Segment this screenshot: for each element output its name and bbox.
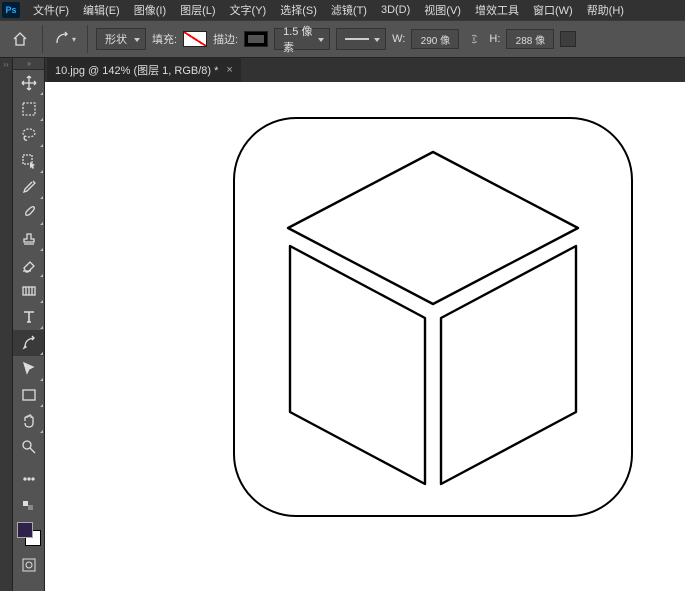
marquee-tool[interactable] [13, 96, 44, 122]
stroke-swatch[interactable] [244, 31, 268, 47]
document-tab[interactable]: 10.jpg @ 142% (图层 1, RGB/8) * × [47, 57, 241, 82]
tool-panel-header[interactable]: ›› [13, 58, 44, 70]
cube-artwork [228, 112, 638, 522]
lasso-tool[interactable] [13, 122, 44, 148]
menu-layer[interactable]: 图层(L) [173, 0, 222, 20]
menu-edit[interactable]: 编辑(E) [76, 0, 127, 20]
brush-tool[interactable] [13, 200, 44, 226]
app-logo: Ps [2, 2, 20, 18]
path-select-tool[interactable] [13, 356, 44, 382]
separator [87, 25, 88, 53]
menu-filter[interactable]: 滤镜(T) [324, 0, 374, 20]
edit-toolbar-button[interactable] [13, 492, 44, 518]
separator [42, 25, 43, 53]
menu-view[interactable]: 视图(V) [417, 0, 468, 20]
current-tool-icon[interactable]: ▾ [51, 27, 79, 51]
hand-tool[interactable] [13, 408, 44, 434]
link-wh-icon[interactable] [465, 30, 483, 48]
tool-panel: ›› [13, 58, 45, 591]
menu-image[interactable]: 图像(I) [127, 0, 173, 20]
gradient-tool[interactable] [13, 278, 44, 304]
menu-help[interactable]: 帮助(H) [580, 0, 631, 20]
left-dock-strip[interactable]: ›› [0, 58, 13, 591]
quick-mask-button[interactable] [13, 552, 44, 578]
height-field[interactable] [506, 29, 554, 49]
rectangle-tool[interactable] [13, 382, 44, 408]
width-label: W: [392, 33, 405, 45]
document-tab-title: 10.jpg @ 142% (图层 1, RGB/8) * [55, 62, 218, 78]
fill-label: 填充: [152, 31, 177, 47]
menu-3d[interactable]: 3D(D) [374, 2, 417, 18]
more-tools[interactable] [13, 466, 44, 492]
width-field[interactable] [411, 29, 459, 49]
stroke-width-select[interactable]: 1.5 像素 [274, 28, 330, 50]
document-tab-bar: 10.jpg @ 142% (图层 1, RGB/8) * × [45, 58, 685, 82]
fill-swatch[interactable] [183, 31, 207, 47]
quick-select-tool[interactable] [13, 148, 44, 174]
menu-window[interactable]: 窗口(W) [526, 0, 580, 20]
options-bar: ▾ 形状 填充: 描边: 1.5 像素 W: H: [0, 20, 685, 58]
type-tool[interactable] [13, 304, 44, 330]
eyedropper-tool[interactable] [13, 174, 44, 200]
stamp-tool[interactable] [13, 226, 44, 252]
stroke-label: 描边: [213, 31, 238, 47]
menu-file[interactable]: 文件(F) [26, 0, 76, 20]
pen-tool[interactable] [13, 330, 44, 356]
tool-mode-select[interactable]: 形状 [96, 28, 146, 50]
foreground-color-swatch[interactable] [17, 522, 33, 538]
menu-plugins[interactable]: 增效工具 [468, 0, 526, 20]
eraser-tool[interactable] [13, 252, 44, 278]
menu-type[interactable]: 文字(Y) [223, 0, 274, 20]
color-swatches[interactable] [13, 518, 44, 552]
close-tab-button[interactable]: × [226, 64, 232, 76]
height-label: H: [489, 33, 500, 45]
canvas[interactable] [45, 82, 685, 591]
home-button[interactable] [6, 27, 34, 51]
menu-select[interactable]: 选择(S) [273, 0, 324, 20]
zoom-tool[interactable] [13, 434, 44, 460]
stroke-style-select[interactable] [336, 28, 386, 50]
align-swatch[interactable] [560, 31, 576, 47]
move-tool[interactable] [13, 70, 44, 96]
expand-dock-icon[interactable]: ›› [3, 60, 8, 69]
